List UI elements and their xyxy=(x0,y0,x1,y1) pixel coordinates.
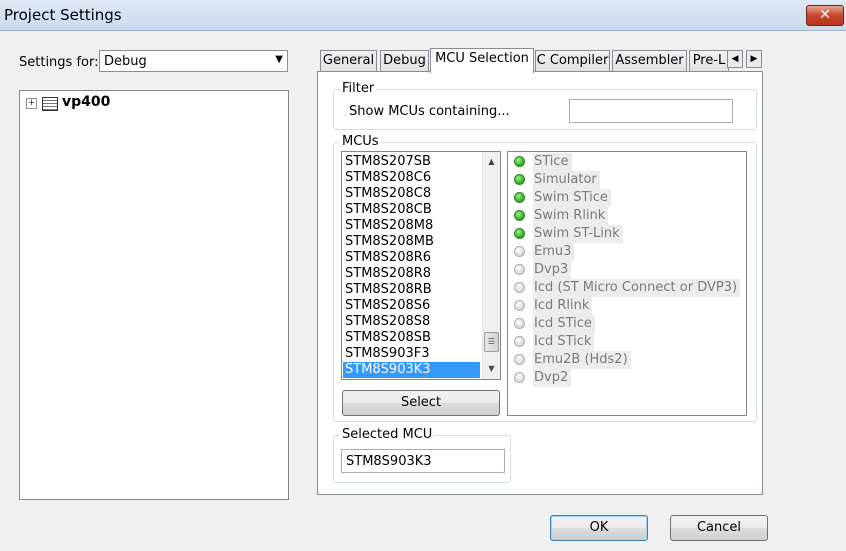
filter-group-title: Filter xyxy=(340,81,377,96)
tab-c-compiler[interactable]: C Compiler xyxy=(535,50,610,71)
status-dot-icon xyxy=(514,192,525,203)
mcu-list-scrollbar[interactable]: ▲ ☰ ▼ xyxy=(482,152,500,379)
tab-scroll-right-icon[interactable]: ▶ xyxy=(746,50,762,68)
list-item[interactable]: STM8S208R8 xyxy=(345,266,431,282)
debugger-label: Dvp3 xyxy=(533,261,572,279)
debugger-label: Icd (ST Micro Connect or DVP3) xyxy=(533,279,741,297)
tab-pre-link[interactable]: Pre-L xyxy=(689,50,729,71)
debugger-label: Swim ST-Link xyxy=(533,225,623,243)
list-item[interactable]: STM8S207SB xyxy=(345,154,431,170)
scroll-down-icon[interactable]: ▼ xyxy=(483,360,500,377)
tree-item-project[interactable]: vp400 xyxy=(62,94,110,110)
list-item[interactable]: STM8S208SB xyxy=(345,330,431,346)
debugger-label: Swim STice xyxy=(533,189,611,207)
debugger-label: Swim Rlink xyxy=(533,207,609,225)
debugger-support-list: STice Simulator Swim STice Swim Rlink Sw… xyxy=(507,151,747,416)
selected-mcu-field[interactable] xyxy=(341,449,505,473)
list-item-selected[interactable]: STM8S903K3 xyxy=(343,362,480,378)
mcu-list[interactable]: STM8S207SB STM8S208C6 STM8S208C8 STM8S20… xyxy=(341,151,501,380)
list-item[interactable]: STM8S208S6 xyxy=(345,298,430,314)
status-dot-icon xyxy=(514,318,525,329)
status-dot-icon xyxy=(514,372,525,383)
list-item[interactable]: STM8S208RB xyxy=(345,282,432,298)
select-button[interactable]: Select xyxy=(342,390,500,416)
status-dot-icon xyxy=(514,300,525,311)
list-item[interactable]: STM8S208MB xyxy=(345,234,434,250)
project-tree[interactable]: + vp400 xyxy=(19,90,289,500)
status-dot-icon xyxy=(514,174,525,185)
debugger-label: Emu2B (Hds2) xyxy=(533,351,631,369)
debugger-label: Icd STick xyxy=(533,333,595,351)
title-bar: Project Settings ✕ xyxy=(0,0,846,31)
filter-label: Show MCUs containing... xyxy=(349,104,510,119)
list-item[interactable]: STM8S208M8 xyxy=(345,218,433,234)
tab-general[interactable]: General xyxy=(320,50,377,71)
status-dot-icon xyxy=(514,282,525,293)
chevron-down-icon: ▼ xyxy=(275,54,283,65)
debugger-label: Simulator xyxy=(533,171,600,189)
debugger-label: Emu3 xyxy=(533,243,575,261)
filter-input[interactable] xyxy=(569,99,733,123)
settings-for-value: Debug xyxy=(104,54,147,69)
settings-for-label: Settings for: xyxy=(19,55,99,70)
status-dot-icon xyxy=(514,264,525,275)
tab-debug[interactable]: Debug xyxy=(380,50,429,71)
list-item[interactable]: STM8S208R6 xyxy=(345,250,431,266)
project-icon xyxy=(42,97,58,111)
list-item[interactable]: STM8S208S8 xyxy=(345,314,430,330)
settings-for-dropdown[interactable]: Debug ▼ xyxy=(99,50,288,72)
status-dot-icon xyxy=(514,354,525,365)
list-item[interactable]: STM8S208C6 xyxy=(345,170,431,186)
list-item[interactable]: STM8S903F3 xyxy=(345,346,430,362)
status-dot-icon xyxy=(514,246,525,257)
ok-button[interactable]: OK xyxy=(550,515,648,541)
selected-mcu-group-title: Selected MCU xyxy=(340,427,435,442)
tree-expander[interactable]: + xyxy=(26,98,37,109)
debugger-label: Icd STice xyxy=(533,315,595,333)
cancel-button[interactable]: Cancel xyxy=(670,515,768,541)
scroll-thumb[interactable]: ☰ xyxy=(484,332,499,352)
status-dot-icon xyxy=(514,156,525,167)
window-title: Project Settings xyxy=(4,6,122,24)
debugger-label: Dvp2 xyxy=(533,369,572,387)
mcus-group-title: MCUs xyxy=(340,134,381,149)
tab-mcu-selection[interactable]: MCU Selection xyxy=(430,48,534,73)
status-dot-icon xyxy=(514,228,525,239)
close-button[interactable]: ✕ xyxy=(806,5,844,26)
status-dot-icon xyxy=(514,210,525,221)
list-item[interactable]: STM8S208C8 xyxy=(345,186,431,202)
debugger-label: STice xyxy=(533,153,572,171)
list-item[interactable]: STM8S208CB xyxy=(345,202,432,218)
scroll-up-icon[interactable]: ▲ xyxy=(483,153,500,170)
status-dot-icon xyxy=(514,336,525,347)
tab-scroll-left-icon[interactable]: ◀ xyxy=(727,50,743,68)
tab-assembler[interactable]: Assembler xyxy=(612,50,687,71)
debugger-label: Icd Rlink xyxy=(533,297,593,315)
